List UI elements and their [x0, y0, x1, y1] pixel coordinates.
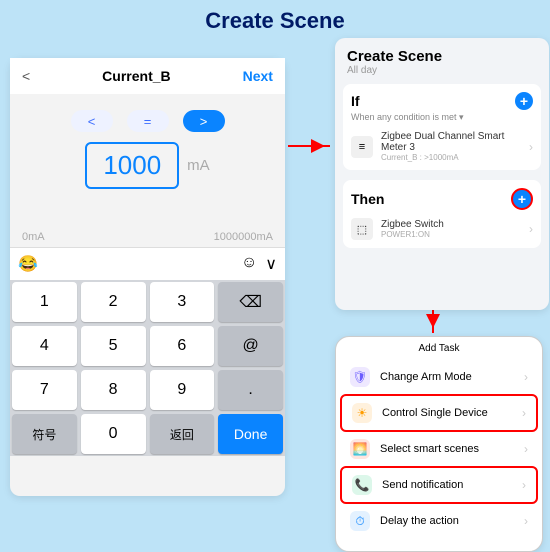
if-title: If: [351, 93, 360, 109]
add-condition-button[interactable]: +: [515, 92, 533, 110]
task-item[interactable]: 🛡 Change Arm Mode ›: [340, 360, 538, 394]
switch-icon: ⬚: [351, 218, 373, 240]
key-2[interactable]: 2: [81, 282, 146, 322]
key-backspace[interactable]: ⌫: [218, 282, 283, 322]
meter-icon: ≡: [351, 136, 373, 158]
task-icon: 🌅: [350, 439, 370, 459]
page-title: Create Scene: [0, 8, 550, 34]
if-card: If + When any condition is met ▾ ≡ Zigbe…: [343, 84, 541, 170]
scene-title: Create Scene: [347, 48, 541, 65]
task-icon: 🛡: [350, 367, 370, 387]
op-lt-button[interactable]: <: [71, 110, 113, 132]
op-eq-button[interactable]: =: [127, 110, 169, 132]
chevron-right-icon: ›: [522, 478, 526, 492]
if-subtitle[interactable]: When any condition is met ▾: [351, 112, 533, 123]
key-dot[interactable]: .: [218, 370, 283, 410]
min-label: 0mA: [22, 231, 45, 243]
chevron-down-icon[interactable]: ∨: [265, 254, 277, 274]
smile-icon[interactable]: ☺: [241, 254, 257, 274]
key-return[interactable]: 返回: [150, 414, 215, 454]
task-item[interactable]: ☀ Control Single Device ›: [340, 394, 538, 432]
key-7[interactable]: 7: [12, 370, 77, 410]
key-4[interactable]: 4: [12, 326, 77, 366]
add-task-panel: Add Task 🛡 Change Arm Mode › ☀ Control Singl…: [335, 336, 543, 552]
task-item[interactable]: 📞 Send notification ›: [340, 466, 538, 504]
key-1[interactable]: 1: [12, 282, 77, 322]
condition-row[interactable]: ≡ Zigbee Dual Channel Smart Meter 3 Curr…: [351, 131, 533, 162]
chevron-right-icon: ›: [524, 370, 528, 384]
unit-label: mA: [187, 157, 210, 174]
key-symbol[interactable]: 符号: [12, 414, 77, 454]
panel-a-title: Current_B: [102, 68, 170, 84]
task-icon: ⏱: [350, 511, 370, 531]
chevron-right-icon: ›: [524, 514, 528, 528]
cond-line1: Zigbee Dual Channel Smart Meter 3: [381, 131, 521, 153]
then-title: Then: [351, 191, 384, 207]
op-gt-button[interactable]: >: [183, 110, 225, 132]
task-icon: ☀: [352, 403, 372, 423]
key-6[interactable]: 6: [150, 326, 215, 366]
next-button[interactable]: Next: [243, 68, 273, 84]
scene-panel: Create Scene All day If + When any condi…: [335, 38, 549, 310]
chevron-right-icon: ›: [522, 406, 526, 420]
key-at[interactable]: @: [218, 326, 283, 366]
chevron-right-icon: ›: [529, 222, 533, 236]
keypad: 1 2 3 ⌫ 4 5 6 @ 7 8 9 . 符号 0 返回 Done: [10, 280, 285, 456]
key-9[interactable]: 9: [150, 370, 215, 410]
task-label: Select smart scenes: [380, 443, 514, 455]
back-button[interactable]: <: [22, 68, 30, 84]
task-icon: 📞: [352, 475, 372, 495]
task-label: Delay the action: [380, 515, 514, 527]
arrow-down-icon: [432, 309, 434, 333]
chevron-right-icon: ›: [529, 140, 533, 154]
comparison-ops: < = >: [10, 110, 285, 132]
then-card: Then + ⬚ Zigbee Switch POWER1:ON ›: [343, 180, 541, 248]
key-0[interactable]: 0: [81, 414, 146, 454]
act-line2: POWER1:ON: [381, 230, 521, 239]
chevron-right-icon: ›: [524, 442, 528, 456]
task-item[interactable]: ⏱ Delay the action ›: [340, 504, 538, 538]
key-3[interactable]: 3: [150, 282, 215, 322]
key-5[interactable]: 5: [81, 326, 146, 366]
emoji-icon[interactable]: 😂: [18, 254, 38, 274]
task-label: Send notification: [382, 479, 512, 491]
input-panel: < Current_B Next < = > 1000 mA 0mA 10000…: [10, 58, 285, 496]
add-action-button[interactable]: +: [511, 188, 533, 210]
key-8[interactable]: 8: [81, 370, 146, 410]
max-label: 1000000mA: [214, 231, 273, 243]
key-done[interactable]: Done: [218, 414, 283, 454]
task-label: Control Single Device: [382, 407, 512, 419]
cond-line2: Current_B : >1000mA: [381, 153, 521, 162]
add-task-title: Add Task: [340, 343, 538, 354]
act-line1: Zigbee Switch: [381, 219, 521, 230]
task-item[interactable]: 🌅 Select smart scenes ›: [340, 432, 538, 466]
action-row[interactable]: ⬚ Zigbee Switch POWER1:ON ›: [351, 218, 533, 240]
scene-subtitle: All day: [347, 65, 541, 76]
task-label: Change Arm Mode: [380, 371, 514, 383]
value-input[interactable]: 1000: [85, 142, 179, 189]
arrow-right-icon: [288, 145, 330, 147]
